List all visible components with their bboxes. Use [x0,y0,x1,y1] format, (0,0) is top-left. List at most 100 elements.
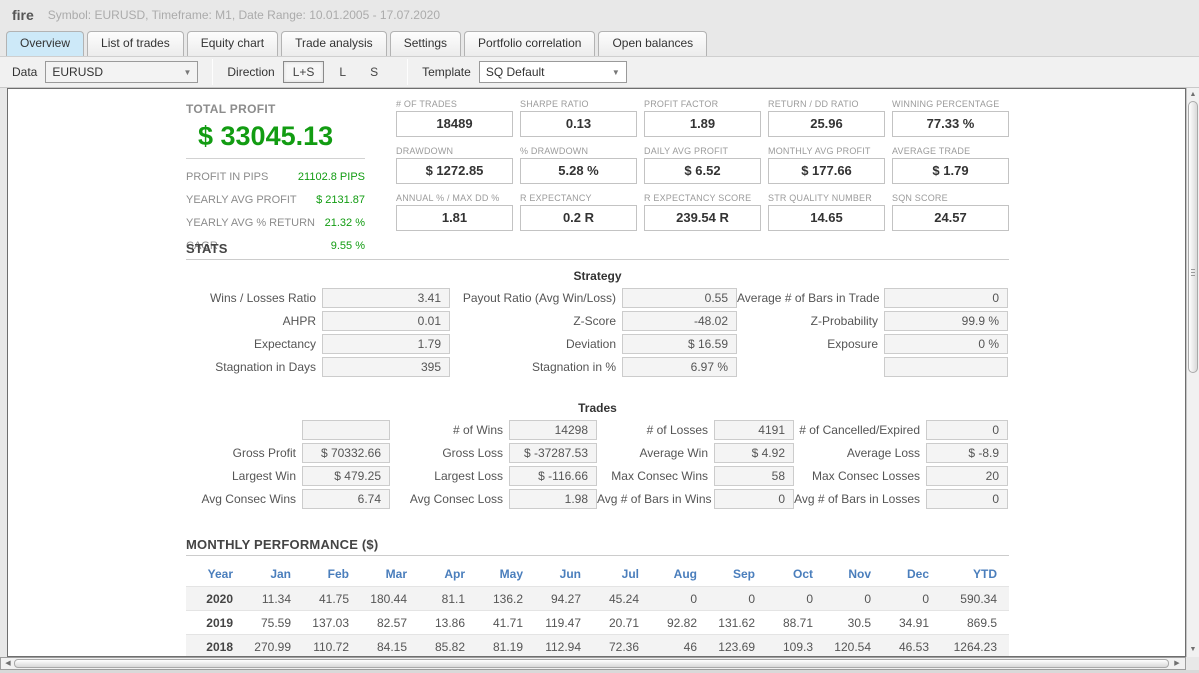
stat-label: Stagnation in % [531,360,616,374]
scroll-up-icon[interactable]: ▲ [1187,89,1199,101]
profit-in-pips-value: 21102.8 PIPS [297,170,365,183]
yearly-avg-return-label: YEARLY AVG % RETURN [186,216,315,229]
monthly-header-row: Year Jan Feb Mar Apr May Jun Jul Aug Sep… [207,567,997,581]
vertical-scrollbar-thumb[interactable] [1188,101,1198,373]
yearly-avg-return-value: 21.32 % [324,216,365,229]
stat-value: $ -8.9 [926,443,1008,463]
trades-stats-table: # of Wins 14298 # of Losses 4191 # of Ca… [186,420,1008,509]
stat-label: AHPR [282,314,316,328]
toolbar-separator [407,59,409,85]
tab-open-balances[interactable]: Open balances [598,31,708,56]
kpi-sharpe-ratio: SHARPE RATIO 0.13 [520,99,637,137]
kpi-winning-percentage: WINNING PERCENTAGE 77.33 % [892,99,1009,137]
stat-label: Avg Consec Wins [201,492,296,506]
stat-label: Wins / Losses Ratio [209,291,316,305]
stat-value: 3.41 [322,288,450,308]
horizontal-scrollbar-thumb[interactable] [14,659,1169,668]
yearly-avg-profit-value: $ 2131.87 [316,193,365,206]
total-profit-block: TOTAL PROFIT $ 33045.13 PROFIT IN PIPS 2… [186,102,365,257]
tab-bar: Overview List of trades Equity chart Tra… [6,31,708,56]
scroll-left-icon[interactable]: ◀ [2,658,14,669]
monthly-row-2019: 2019 75.59 137.03 82.57 13.86 41.71 119.… [186,610,1009,634]
tab-list-of-trades[interactable]: List of trades [87,31,184,56]
kpi-annual-max-dd: ANNUAL % / MAX DD % 1.81 [396,193,513,231]
divider [186,259,1009,260]
stat-value: 6.74 [302,489,390,509]
stat-label: # of Cancelled/Expired [799,423,920,437]
direction-short-button[interactable]: S [361,62,387,82]
title-bar: fire Symbol: EURUSD, Timeframe: M1, Date… [0,0,1199,30]
stat-value: 1.98 [509,489,597,509]
data-label: Data [12,65,38,79]
stat-value: 6.97 % [622,357,737,377]
horizontal-scrollbar[interactable]: ◀ ▶ [0,657,1186,670]
scroll-down-icon[interactable]: ▼ [1187,644,1199,656]
stat-value: 4191 [714,420,794,440]
app-title: fire [12,7,34,23]
stat-value: 0 % [884,334,1008,354]
stat-label: # of Wins [452,423,503,437]
stat-label [737,357,884,377]
total-profit-label: TOTAL PROFIT [186,102,276,116]
scrollbar-grip-icon [1191,269,1195,271]
overview-panel: TOTAL PROFIT $ 33045.13 PROFIT IN PIPS 2… [7,88,1186,657]
direction-long-short-button[interactable]: L+S [282,61,325,83]
stat-label: Average # of Bars in Trade [737,291,880,305]
kpi-r-expectancy-score: R EXPECTANCY SCORE 239.54 R [644,193,761,231]
kpi-num-trades: # OF TRADES 18489 [396,99,513,137]
direction-long-button[interactable]: L [330,62,355,82]
data-select[interactable]: EURUSD ▼ [45,61,199,83]
stat-label: Expectancy [253,337,316,351]
yearly-avg-profit-row: YEARLY AVG PROFIT $ 2131.87 [186,188,365,211]
stat-value: 0 [926,420,1008,440]
stat-label: Deviation [565,337,616,351]
stat-label: Z-Score [573,314,616,328]
stat-value: 99.9 % [884,311,1008,331]
kpi-profit-factor: PROFIT FACTOR 1.89 [644,99,761,137]
stat-value: -48.02 [622,311,737,331]
stat-value [302,420,390,440]
stat-value: $ -116.66 [509,466,597,486]
kpi-monthly-avg-profit: MONTHLY AVG PROFIT $ 177.66 [768,146,885,184]
stat-value: $ 479.25 [302,466,390,486]
template-select-value: SQ Default [485,65,545,79]
scroll-right-icon[interactable]: ▶ [1171,658,1183,669]
divider [186,555,1009,556]
yearly-avg-profit-label: YEARLY AVG PROFIT [186,193,297,206]
stat-value [884,357,1008,377]
kpi-r-expectancy: R EXPECTANCY 0.2 R [520,193,637,231]
template-label: Template [422,65,471,79]
tab-settings[interactable]: Settings [389,31,462,56]
total-profit-value: $ 33045.13 [198,121,334,151]
stat-label: Avg # of Bars in Wins [597,492,712,506]
kpi-return-dd-ratio: RETURN / DD RATIO 25.96 [768,99,885,137]
tab-portfolio-correlation[interactable]: Portfolio correlation [464,31,596,56]
stat-label: Stagnation in Days [215,360,316,374]
kpi-average-trade: AVERAGE TRADE $ 1.79 [892,146,1009,184]
strategy-stats-table: Wins / Losses Ratio 3.41 Payout Ratio (A… [186,288,1008,377]
stat-value: 20 [926,466,1008,486]
tab-trade-analysis[interactable]: Trade analysis [281,31,387,56]
stat-value: $ 4.92 [714,443,794,463]
stat-label: Avg # of Bars in Losses [794,492,920,506]
vertical-scrollbar[interactable]: ▲ ▼ [1186,88,1199,657]
tab-overview[interactable]: Overview [6,31,85,56]
stat-value: $ 70332.66 [302,443,390,463]
stat-label: Max Consec Wins [611,469,708,483]
kpi-sqn-score: SQN SCORE 24.57 [892,193,1009,231]
stat-value: $ 16.59 [622,334,737,354]
app-subtitle: Symbol: EURUSD, Timeframe: M1, Date Rang… [47,8,440,22]
tab-equity-chart[interactable]: Equity chart [186,31,279,56]
stat-label [186,420,302,440]
kpi-drawdown: DRAWDOWN $ 1272.85 [396,146,513,184]
trades-table-title: Trades [578,401,617,415]
stats-section-title: STATS [186,241,228,256]
stat-value: 0 [884,288,1008,308]
stat-value: 14298 [509,420,597,440]
toolbar-separator [212,59,214,85]
stat-value: 1.79 [322,334,450,354]
stat-label: Gross Loss [442,446,503,460]
stat-value: 0.01 [322,311,450,331]
template-select[interactable]: SQ Default ▼ [478,61,627,83]
stat-label: Max Consec Losses [811,469,920,483]
